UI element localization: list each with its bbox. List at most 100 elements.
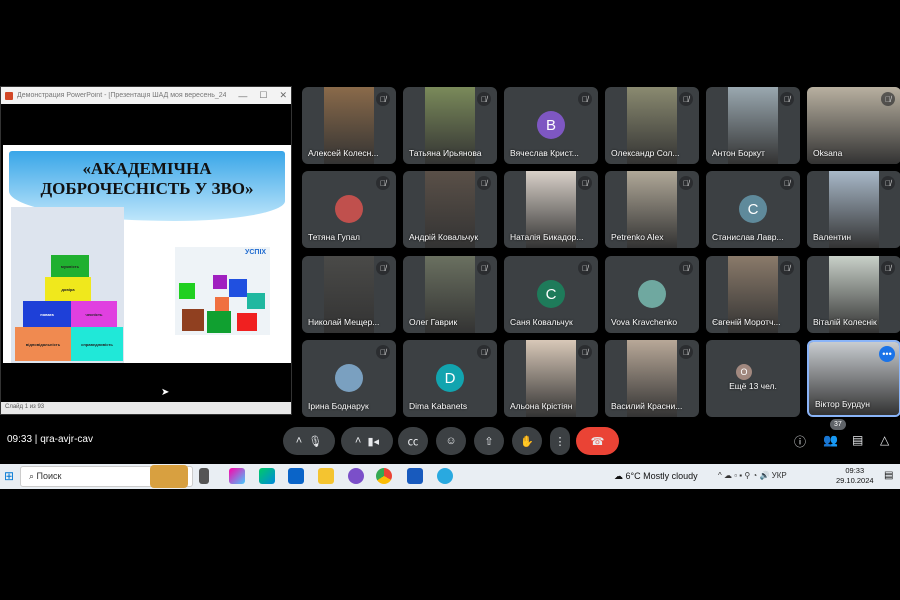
participant-tile[interactable]: 🎙̸ Валентин	[807, 171, 900, 248]
participant-tile[interactable]: 🎙̸ Николай Мещер...	[302, 256, 396, 333]
meeting-time: 09:33	[7, 434, 33, 445]
participant-avatar	[638, 280, 666, 308]
viber-icon[interactable]	[348, 468, 364, 484]
powerpoint-window: Демонстрация PowerPoint - [Презентація Ш…	[0, 86, 292, 415]
block-label: чесність	[71, 301, 117, 327]
participant-name: Олег Гаврик	[409, 317, 458, 327]
participant-tile[interactable]: 🎙̸ Антон Боркут	[706, 87, 800, 164]
emoji-icon: ☺	[445, 435, 457, 447]
word-icon[interactable]	[407, 468, 423, 484]
participant-tile[interactable]: ••• Віктор Бурдун	[807, 340, 900, 417]
weather-widget[interactable]: ☁ 6°C Mostly cloudy	[614, 471, 698, 482]
camera-button[interactable]: ˄ ▮◂	[341, 427, 393, 455]
chevron-up-icon[interactable]: ˄	[296, 435, 302, 447]
participant-tile[interactable]: 🎙̸ Віталій Колеснік	[807, 256, 900, 333]
mic-off-icon: 🎙̸	[679, 176, 693, 190]
leave-call-button[interactable]: ☎	[576, 427, 619, 455]
participant-name: Альона Крістіян	[510, 401, 573, 411]
system-tray[interactable]: ^ ☁ ▫ ▪ ⚲ ◔ 🔊 УКР	[718, 471, 787, 480]
participant-tile[interactable]: 🎙̸ Vova Kravchenko	[605, 256, 699, 333]
participant-tile[interactable]: C 🎙̸ Станислав Лавр...	[706, 171, 800, 248]
meeting-info: 09:33 | qra-avjr-cav	[7, 434, 93, 445]
owl-search-highlight-icon	[150, 465, 188, 488]
phone-hangup-icon: ☎	[590, 435, 605, 448]
minimize-button[interactable]: —	[238, 91, 247, 101]
participant-tile[interactable]: 🎙̸ Олександр Сол...	[605, 87, 699, 164]
participant-tile[interactable]: 🎙̸ Татьяна Ирьянова	[403, 87, 497, 164]
outlook-icon[interactable]	[288, 468, 304, 484]
chrome-icon[interactable]	[376, 468, 392, 484]
participant-tile[interactable]: B 🎙̸ Вячеслав Крист...	[504, 87, 598, 164]
mic-off-icon: 🎙̸	[376, 261, 390, 275]
language-indicator[interactable]: УКР	[772, 471, 787, 480]
mic-off-icon: 🎙̸	[477, 92, 491, 106]
success-image: УСПІХ	[175, 247, 270, 335]
slide-title-line1: «АКАДЕМІЧНА	[82, 159, 212, 178]
tile-more-options-button[interactable]: •••	[879, 346, 895, 362]
participant-tile[interactable]: O Ещё 13 чел.	[706, 340, 800, 417]
captions-button[interactable]: ㏄	[398, 427, 428, 455]
info-icon[interactable]: ⓘ	[794, 433, 806, 450]
slide-counter: Слайд 1 из 93	[5, 404, 45, 410]
participant-tile[interactable]: 🎙̸ Oksana	[807, 87, 900, 164]
mic-off-icon: 🎙̸	[578, 345, 592, 359]
notification-icon[interactable]: ▤	[884, 470, 893, 481]
participant-tile[interactable]: 🎙̸ Алексей Колесн...	[302, 87, 396, 164]
edge-icon[interactable]	[259, 468, 275, 484]
participant-tile[interactable]: 🎙̸ Petrenko Alex	[605, 171, 699, 248]
cloud-icon: ☁	[614, 471, 626, 481]
participant-name: Вячеслав Крист...	[510, 148, 579, 158]
mic-off-icon: 🎙̸	[780, 261, 794, 275]
more-options-button[interactable]: ⋮	[550, 427, 570, 455]
mic-off-icon: 🎙̸	[780, 92, 794, 106]
meeting-code: qra-avjr-cav	[40, 434, 93, 445]
participant-tile[interactable]: D 🎙̸ Dima Kabanets	[403, 340, 497, 417]
participant-name: Татьяна Ирьянова	[409, 148, 482, 158]
mic-off-icon: 🎙̸	[679, 345, 693, 359]
mic-button[interactable]: ˄ 🎙	[283, 427, 335, 455]
mic-off-icon: 🎙̸	[477, 345, 491, 359]
participant-tile[interactable]: 🎙̸ Наталія Бикадор...	[504, 171, 598, 248]
present-icon: ⇧	[484, 435, 494, 448]
present-button[interactable]: ⇧	[474, 427, 504, 455]
reactions-button[interactable]: ☺	[436, 427, 466, 455]
slide-title: «АКАДЕМІЧНА ДОБРОЧЕСНІСТЬ У ЗВО»	[9, 159, 285, 199]
participant-tile[interactable]: 🎙̸ Ірина Боднарук	[302, 340, 396, 417]
people-icon[interactable]: 👥	[823, 433, 838, 447]
mic-off-icon: 🎙̸	[376, 92, 390, 106]
participant-avatar: O	[736, 364, 752, 380]
participant-tile[interactable]: 🎙̸ Василий Красни...	[605, 340, 699, 417]
participant-tile[interactable]: 🎙̸ Тетяна Гупал	[302, 171, 396, 248]
close-button[interactable]: ✕	[279, 90, 287, 101]
windows-taskbar: ⊞ ⌕ Поиск ☁ 6°C Mostly cloudy ^ ☁ ▫ ▪ ⚲ …	[0, 464, 900, 489]
participant-tile[interactable]: C 🎙̸ Саня Ковальчук	[504, 256, 598, 333]
maximize-button[interactable]: ☐	[259, 90, 267, 101]
chevron-up-icon[interactable]: ˄	[355, 435, 361, 447]
raise-hand-button[interactable]: ✋	[512, 427, 542, 455]
participant-avatar	[335, 195, 363, 223]
mic-off-icon: 🎙̸	[881, 261, 895, 275]
search-placeholder: Поиск	[36, 471, 62, 481]
telegram-icon[interactable]	[437, 468, 453, 484]
activities-icon[interactable]: △	[880, 433, 889, 447]
participant-name: Василий Красни...	[611, 401, 683, 411]
participant-name: Станислав Лавр...	[712, 232, 784, 242]
clock[interactable]: 09:33 29.10.2024	[836, 466, 874, 486]
participant-tile[interactable]: 🎙̸ Альона Крістіян	[504, 340, 598, 417]
block-label: справедливість	[71, 327, 123, 361]
camera-icon: ▮◂	[367, 435, 380, 448]
chevron-up-icon[interactable]: ^	[718, 471, 722, 480]
copilot-icon[interactable]	[229, 468, 245, 484]
participant-tile[interactable]: 🎙̸ Олег Гаврик	[403, 256, 497, 333]
chat-icon[interactable]: ▤	[852, 433, 863, 447]
windows-start-icon[interactable]: ⊞	[4, 469, 14, 483]
participant-tile[interactable]: 🎙̸ Євгеній Моротч...	[706, 256, 800, 333]
slide: «АКАДЕМІЧНА ДОБРОЧЕСНІСТЬ У ЗВО» мужність…	[3, 145, 291, 363]
meet-control-bar: 09:33 | qra-avjr-cav ˄ 🎙 ˄ ▮◂ ㏄ ☺ ⇧ ✋ ⋮ …	[0, 419, 900, 455]
task-view-icon[interactable]	[199, 468, 209, 484]
participant-tile[interactable]: 🎙̸ Андрій Ковальчук	[403, 171, 497, 248]
block-label: відповідальність	[15, 327, 71, 361]
participant-avatar: C	[739, 195, 767, 223]
participant-name: Dima Kabanets	[409, 401, 468, 411]
file-explorer-icon[interactable]	[318, 468, 334, 484]
